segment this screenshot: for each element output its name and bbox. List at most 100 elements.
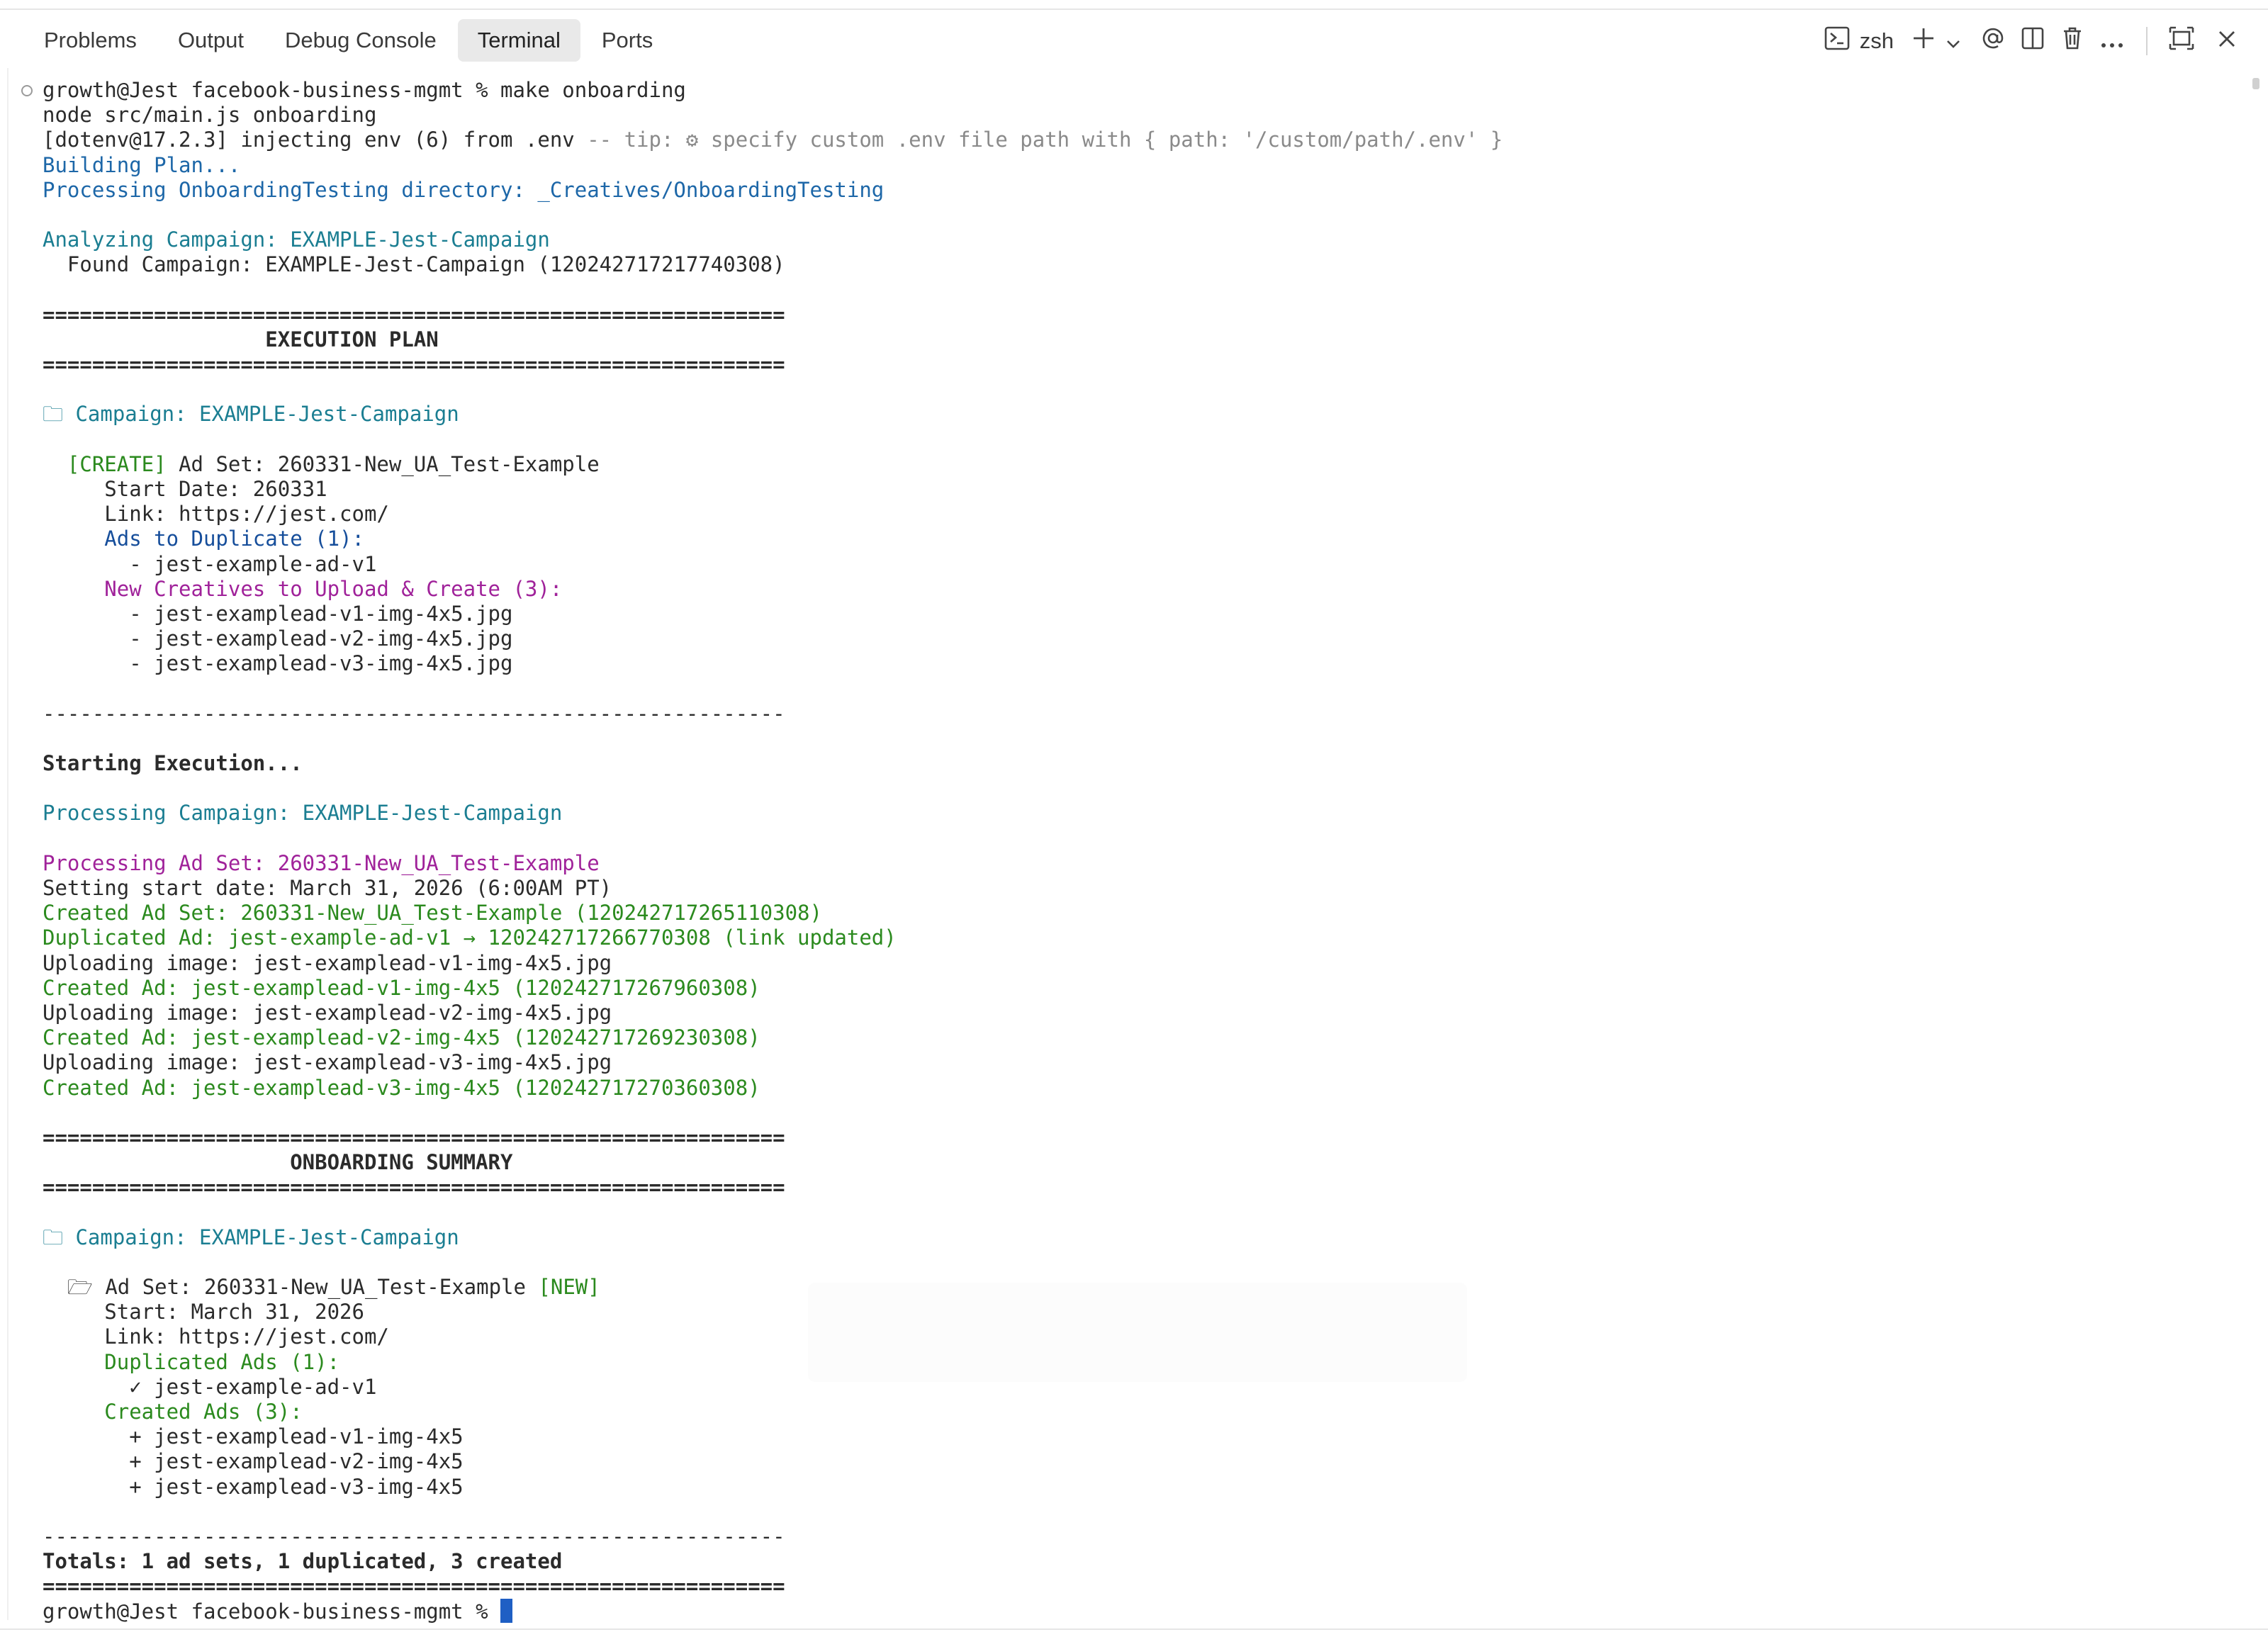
split-terminal-button[interactable] xyxy=(2013,21,2053,61)
terminal-line: ========================================… xyxy=(43,1125,2211,1150)
terminal-text: EXECUTION PLAN xyxy=(43,327,439,351)
terminal-actions: zsh xyxy=(1814,21,2247,61)
terminal-text: Uploading image: jest-examplead-v1-img-4… xyxy=(43,950,612,975)
terminal-text: ========================================… xyxy=(43,352,785,377)
terminal-text: ========================================… xyxy=(43,1574,785,1599)
trash-icon xyxy=(2062,26,2083,57)
mention-button[interactable] xyxy=(1973,21,2013,61)
terminal-text: Uploading image: jest-examplead-v2-img-4… xyxy=(43,1000,612,1025)
terminal-text-tail: Ad Set: 260331-New_UA_Test-Example xyxy=(179,451,600,476)
terminal-text: Starting Execution... xyxy=(43,751,303,776)
tab-output[interactable]: Output xyxy=(158,19,264,62)
terminal-text: + jest-examplead-v2-img-4x5 xyxy=(43,1449,464,1474)
terminal-text: ========================================… xyxy=(43,302,785,327)
close-panel-button[interactable] xyxy=(2207,21,2247,61)
terminal-shell-selector[interactable]: zsh xyxy=(1814,21,1904,61)
terminal-text: Found Campaign: EXAMPLE-Jest-Campaign (1… xyxy=(43,252,785,277)
new-terminal-button[interactable] xyxy=(1904,21,1943,61)
terminal-line: Duplicated Ad: jest-example-ad-v1 → 1202… xyxy=(43,926,2211,950)
terminal-line: ========================================… xyxy=(43,303,2211,327)
terminal-text: Processing Campaign: EXAMPLE-Jest-Campai… xyxy=(43,801,563,826)
terminal-line: ONBOARDING SUMMARY xyxy=(43,1150,2211,1175)
terminal-text: ✓ jest-example-ad-v1 xyxy=(43,1374,377,1399)
panel-left-border xyxy=(7,68,9,1620)
terminal-dropdown-button[interactable] xyxy=(1943,21,1963,61)
tab-ports[interactable]: Ports xyxy=(582,19,673,62)
terminal-line: Uploading image: jest-examplead-v3-img-4… xyxy=(43,1050,2211,1075)
terminal-text: Processing Ad Set: 260331-New_UA_Test-Ex… xyxy=(43,850,600,875)
terminal-text: - jest-example-ad-v1 xyxy=(43,551,377,576)
terminal-text: Created Ad Set: 260331-New_UA_Test-Examp… xyxy=(43,901,822,926)
shell-name-label: zsh xyxy=(1859,28,1894,53)
toolbar-divider xyxy=(2146,27,2148,55)
terminal-line: Created Ads (3): xyxy=(43,1400,2211,1424)
terminal-line: - jest-example-ad-v1 xyxy=(43,552,2211,577)
terminal-text: Link: https://jest.com/ xyxy=(43,502,389,527)
terminal-text: - jest-examplead-v2-img-4x5.jpg xyxy=(43,626,513,651)
scrollbar-thumb[interactable] xyxy=(2252,78,2259,89)
terminal-line: Setting start date: March 31, 2026 (6:00… xyxy=(43,876,2211,901)
terminal-prompt: growth@Jest facebook-business-mgmt % xyxy=(43,1599,501,1624)
terminal-line: [CREATE] Ad Set: 260331-New_UA_Test-Exam… xyxy=(43,452,2211,477)
terminal-icon xyxy=(1824,26,1850,57)
terminal-line: 🗀 Campaign: EXAMPLE-Jest-Campaign xyxy=(43,1225,2211,1250)
terminal-line: 🗁 Ad Set: 260331-New_UA_Test-Example [NE… xyxy=(43,1275,2211,1300)
panel-bottom-border xyxy=(0,1628,2268,1630)
terminal-line: Building Plan... xyxy=(43,153,2211,178)
terminal-line: Duplicated Ads (1): xyxy=(43,1350,2211,1375)
command-status-dot xyxy=(21,85,33,96)
kill-terminal-button[interactable] xyxy=(2053,21,2092,61)
at-icon xyxy=(1981,26,2005,57)
terminal-text: Link: https://jest.com/ xyxy=(43,1324,389,1349)
terminal-line: + jest-examplead-v3-img-4x5 xyxy=(43,1475,2211,1500)
terminal-text: Setting start date: March 31, 2026 (6:00… xyxy=(43,876,612,900)
terminal-line: New Creatives to Upload & Create (3): xyxy=(43,577,2211,602)
terminal-line: Found Campaign: EXAMPLE-Jest-Campaign (1… xyxy=(43,252,2211,277)
terminal-line: ========================================… xyxy=(43,352,2211,377)
terminal-line: Created Ad: jest-examplead-v2-img-4x5 (1… xyxy=(43,1025,2211,1050)
terminal-text-tail: [NEW] xyxy=(538,1275,600,1299)
terminal-text: + jest-examplead-v1-img-4x5 xyxy=(43,1424,464,1449)
terminal-text: - jest-examplead-v1-img-4x5.jpg xyxy=(43,601,513,626)
terminal-text: ========================================… xyxy=(43,1175,785,1200)
more-actions-button[interactable] xyxy=(2092,21,2132,61)
terminal-line: Created Ad: jest-examplead-v3-img-4x5 (1… xyxy=(43,1076,2211,1101)
terminal-text: + jest-examplead-v3-img-4x5 xyxy=(43,1474,464,1499)
terminal-line: ========================================… xyxy=(43,1175,2211,1200)
terminal-line: - jest-examplead-v1-img-4x5.jpg xyxy=(43,602,2211,626)
terminal-line: Ads to Duplicate (1): xyxy=(43,527,2211,551)
terminal-text: New Creatives to Upload & Create (3): xyxy=(43,576,563,601)
terminal-line: Processing OnboardingTesting directory: … xyxy=(43,178,2211,203)
maximize-panel-button[interactable] xyxy=(2162,21,2201,61)
terminal-line: ✓ jest-example-ad-v1 xyxy=(43,1375,2211,1400)
terminal-line: Link: https://jest.com/ xyxy=(43,502,2211,527)
tab-problems[interactable]: Problems xyxy=(24,19,157,62)
tab-terminal[interactable]: Terminal xyxy=(457,19,580,62)
terminal-text: Analyzing Campaign: EXAMPLE-Jest-Campaig… xyxy=(43,227,550,252)
terminal-line: Processing Campaign: EXAMPLE-Jest-Campai… xyxy=(43,801,2211,826)
tab-debug-console[interactable]: Debug Console xyxy=(265,19,456,62)
terminal-line: ----------------------------------------… xyxy=(43,1524,2211,1549)
terminal-text: Created Ad: jest-examplead-v3-img-4x5 (1… xyxy=(43,1075,760,1100)
terminal-line: 🗀 Campaign: EXAMPLE-Jest-Campaign xyxy=(43,402,2211,427)
terminal-output[interactable]: growth@Jest facebook-business-mgmt % mak… xyxy=(43,78,2211,1630)
terminal-text: growth@Jest facebook-business-mgmt % mak… xyxy=(43,78,686,102)
terminal-prompt-line[interactable]: growth@Jest facebook-business-mgmt % xyxy=(43,1599,2211,1624)
terminal-line: ========================================… xyxy=(43,1574,2211,1599)
terminal-line: Uploading image: jest-examplead-v1-img-4… xyxy=(43,951,2211,976)
terminal-line: Start: March 31, 2026 xyxy=(43,1300,2211,1324)
terminal-line: Starting Execution... xyxy=(43,751,2211,776)
terminal-text: Building Plan... xyxy=(43,152,241,177)
plus-icon xyxy=(1911,26,1936,57)
terminal-text: Duplicated Ad: jest-example-ad-v1 → 1202… xyxy=(43,926,897,950)
terminal-line: ----------------------------------------… xyxy=(43,702,2211,726)
terminal-text: 🗀 Campaign: EXAMPLE-Jest-Campaign xyxy=(43,1225,459,1249)
terminal-line: + jest-examplead-v2-img-4x5 xyxy=(43,1449,2211,1474)
